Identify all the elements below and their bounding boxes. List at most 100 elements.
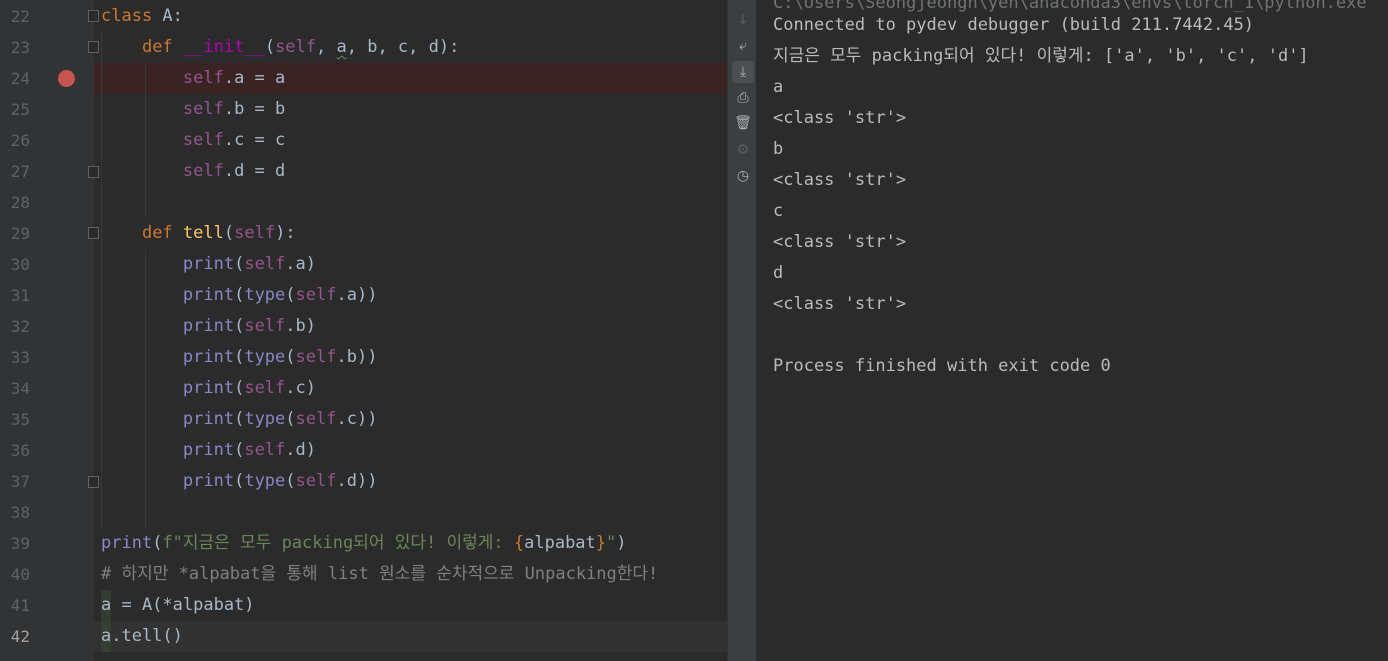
line-number: 36 [10,441,30,460]
code-token: a [336,37,347,57]
code-token: " [606,533,617,553]
code-token: ( [234,347,245,367]
line-number: 39 [10,534,30,553]
code-line[interactable]: 36 print(self.d) [0,435,727,466]
code-line[interactable]: 32 print(self.b) [0,311,727,342]
code-text: self.c = c [101,125,285,156]
fold-end-icon[interactable] [88,476,99,488]
soft-wrap-icon[interactable]: ⤶ [732,35,754,57]
code-text: print(type(self.a)) [101,280,378,311]
code-token: .b)) [336,347,378,367]
scroll-to-end-icon[interactable]: ⤓ [732,61,754,83]
trash-icon[interactable]: 🗑 [732,112,754,134]
code-line[interactable]: 22 class A: [0,1,727,32]
line-number: 25 [10,100,30,119]
code-line[interactable]: 28 [0,187,727,218]
code-token: self [244,316,286,336]
console-line: Connected to pydev debugger (build 211.7… [773,15,1255,35]
code-token: __init__ [182,37,265,57]
code-token: a = A(*alpabat) [101,595,255,615]
code-line[interactable]: 33 print(type(self.b)) [0,342,727,373]
code-line[interactable]: 39 print(f"지금은 모두 packing되어 있다! 이렇게: {alp… [0,528,727,559]
code-token: print [182,316,235,336]
code-line[interactable]: 25 self.b = b [0,94,727,125]
code-token: tell [182,223,224,243]
code-line[interactable]: 38 [0,497,727,528]
code-text: # 하지만 *alpabat을 통해 list 원소를 순차적으로 Unpack… [101,559,658,590]
code-token: { [513,533,525,553]
code-text: def __init__(self, a, b, c, d): [101,32,459,63]
code-line[interactable]: 35 print(type(self.c)) [0,404,727,435]
code-line[interactable]: 26 self.c = c [0,125,727,156]
code-line[interactable]: 27 self.d = d [0,156,727,187]
code-line[interactable]: 37 print(type(self.d)) [0,466,727,497]
line-number: 24 [10,69,30,88]
code-token: .b = b [223,99,286,119]
code-token: self [182,68,224,88]
fold-start-icon[interactable] [88,227,99,239]
scroll-down-icon[interactable]: ↓ [732,9,754,31]
code-token: ( [234,409,245,429]
code-token: .d) [285,440,316,460]
line-number: 30 [10,255,30,274]
line-number: 38 [10,503,30,522]
code-editor[interactable]: 22 class A: 23 def __init__(self, a, b, c,… [0,0,727,661]
code-token: ) [616,533,627,553]
code-token: ( [285,471,296,491]
fold-start-icon[interactable] [88,41,99,53]
code-line[interactable]: 23 def __init__(self, a, b, c, d): [0,32,727,63]
clock-icon[interactable]: ◷ [732,165,754,187]
run-console[interactable]: C:\Users\Seongjeongh\yeh\anaconda3\envs\… [757,0,1388,661]
code-text: print(self.c) [101,373,316,404]
line-number: 29 [10,224,30,243]
code-text: a = A(*alpabat) [101,590,255,621]
code-token: .c) [285,378,316,398]
code-token: } [595,533,607,553]
settings-icon[interactable]: ⚙ [732,139,754,161]
code-text: print(self.d) [101,435,316,466]
code-token: type [244,347,286,367]
code-text: a.tell() [101,621,183,652]
console-line: a [773,77,784,97]
indent-guide [145,63,146,218]
indent-guide [145,249,146,528]
code-text: print(self.b) [101,311,316,342]
code-token: ( [264,37,276,57]
code-token: alpabat [524,533,596,553]
console-line: <class 'str'> [773,108,907,128]
code-line[interactable]: 31 print(type(self.a)) [0,280,727,311]
code-line[interactable]: 42 a.tell() [0,621,727,652]
line-number: 41 [10,596,30,615]
code-token: ( [285,285,296,305]
code-token: .d = d [223,161,286,181]
code-line[interactable]: 40 # 하지만 *alpabat을 통해 list 원소를 순차적으로 Unpa… [0,559,727,590]
fold-start-icon[interactable] [88,10,99,22]
code-token: def [141,223,173,243]
fold-end-icon[interactable] [88,166,99,178]
code-line[interactable]: 30 print(self.a) [0,249,727,280]
code-text: print(f"지금은 모두 packing되어 있다! 이렇게: {alpab… [101,528,627,559]
code-token: self [234,223,276,243]
breakpoint-icon[interactable] [58,70,75,87]
console-line: d [773,263,784,283]
code-token: .c)) [336,409,378,429]
code-line[interactable]: 34 print(self.c) [0,373,727,404]
code-line[interactable]: 29 def tell(self): [0,218,727,249]
print-icon[interactable]: ⎙ [732,87,754,109]
code-token: self [295,347,337,367]
code-text: self.a = a [101,63,285,94]
code-token: self [244,254,286,274]
code-token: .a) [285,254,316,274]
code-line[interactable]: 24 self.a = a [0,63,727,94]
line-number: 28 [10,193,30,212]
code-token: ( [223,223,235,243]
code-token: ( [234,285,245,305]
code-text: print(type(self.c)) [101,404,378,435]
code-line[interactable]: 41 a = A(*alpabat) [0,590,727,621]
